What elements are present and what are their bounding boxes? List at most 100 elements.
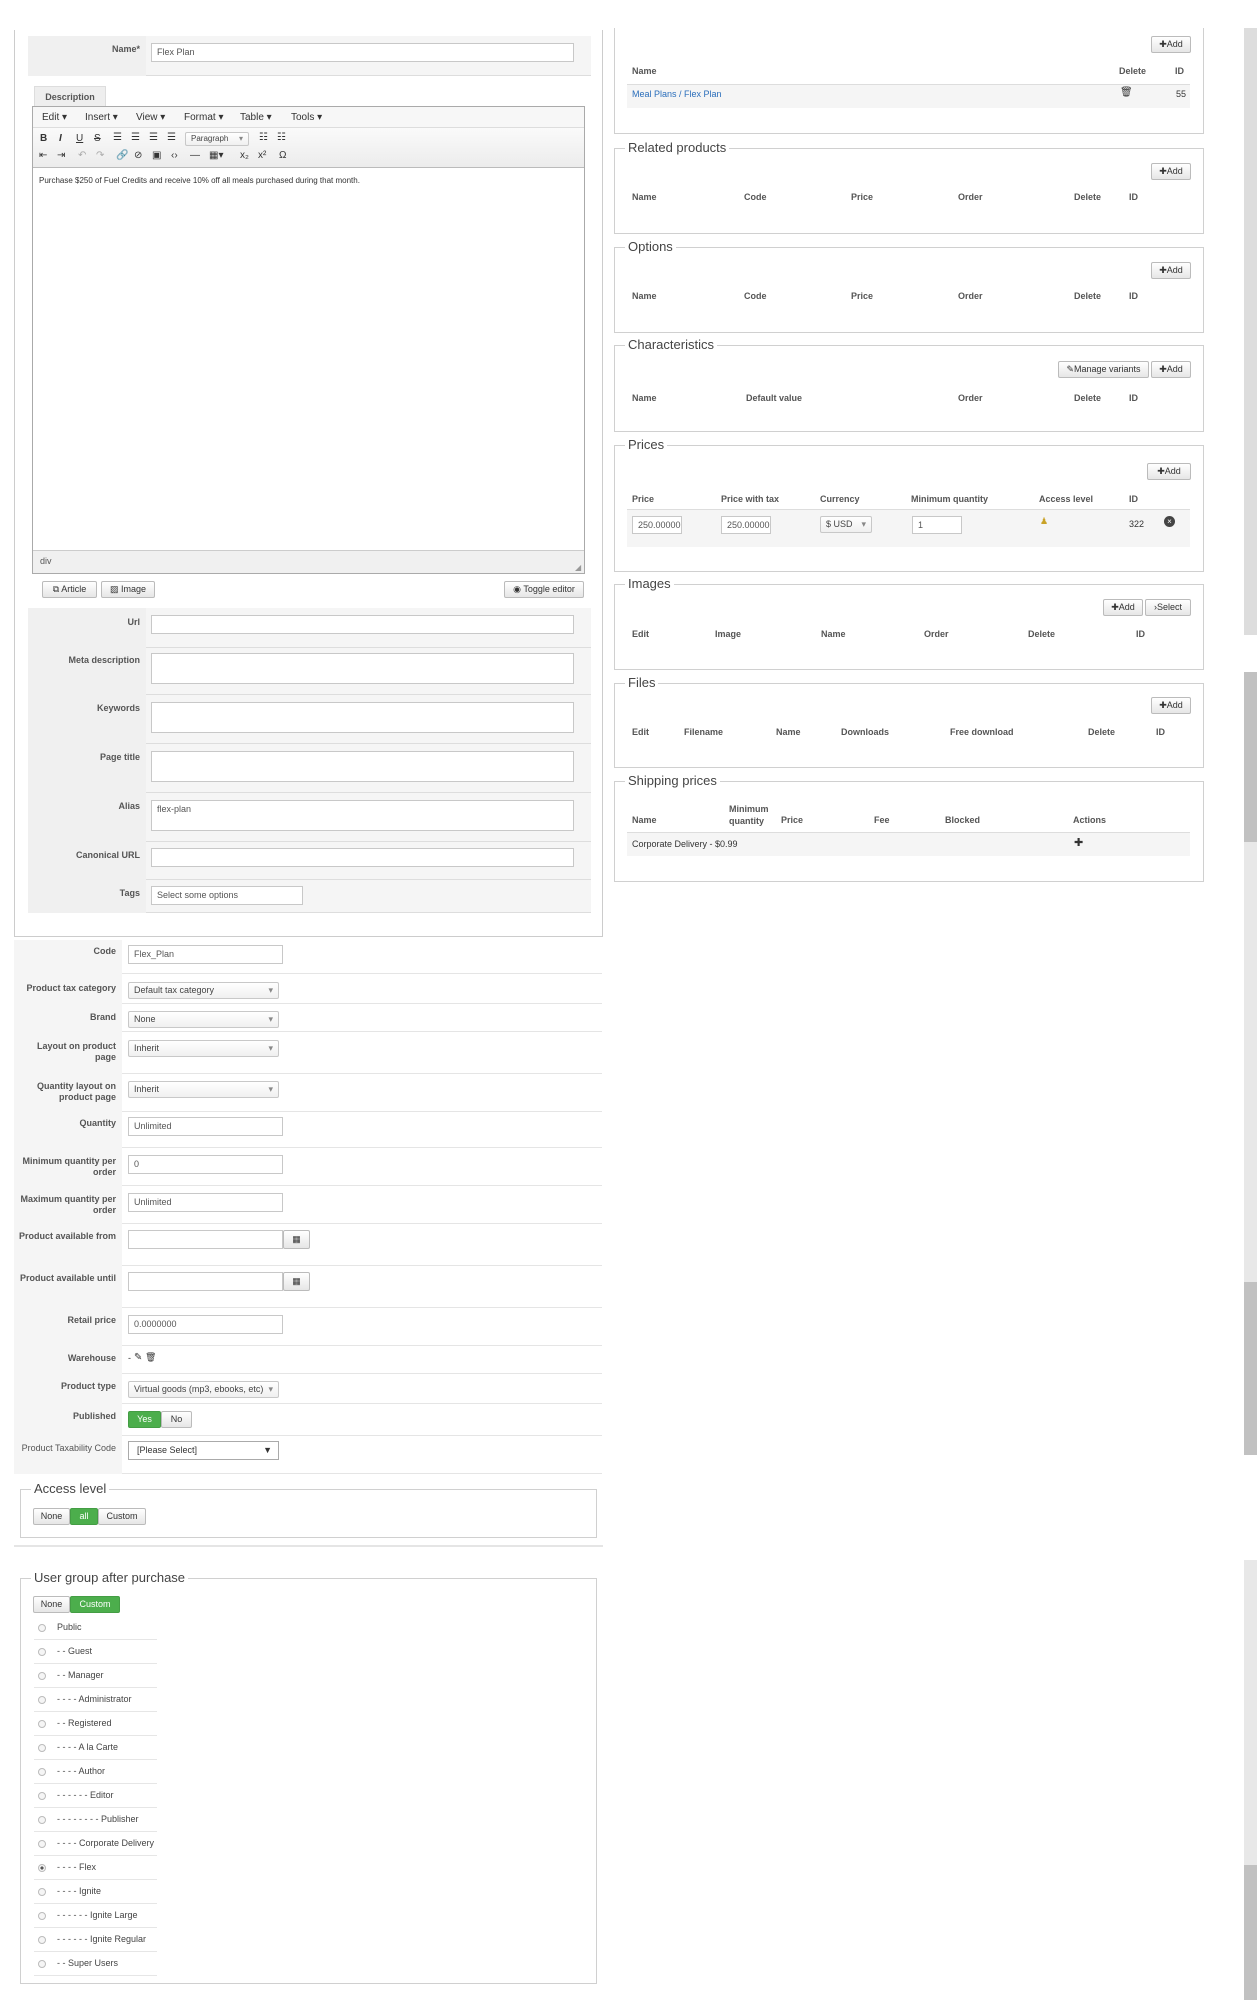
user-group-item[interactable]: - - - - Ignite [34,1880,157,1904]
image-button[interactable]: ▨ Image [101,581,155,598]
meta-description-input[interactable] [151,653,574,684]
trash-icon[interactable]: 🗑 [1120,87,1133,98]
access-all-button[interactable]: all [70,1508,98,1525]
unlink-icon[interactable]: ⊘ [134,150,142,161]
trash-icon[interactable]: 🗑 [145,1352,156,1363]
product-type-select[interactable]: Virtual goods (mp3, ebooks, etc) [128,1381,279,1398]
published-no-button[interactable]: No [161,1411,192,1428]
scrollbar-track[interactable] [1244,28,1257,635]
user-group-item[interactable]: - - - - A la Carte [34,1736,157,1760]
insert-image-icon[interactable]: ▣ [152,150,161,161]
options-add-button[interactable]: ✚Add [1151,262,1191,279]
retail-price-input[interactable]: 0.0000000 [128,1315,283,1334]
scrollbar-thumb[interactable] [1244,1282,1257,1455]
pencil-icon[interactable]: ✎ [134,1352,142,1363]
numbered-list-icon[interactable]: ☷ [277,132,286,143]
radio-button[interactable] [38,1960,46,1968]
code-input[interactable]: Flex_Plan [128,945,283,964]
name-input[interactable]: Flex Plan [151,43,574,62]
page-title-input[interactable] [151,751,574,782]
radio-button[interactable] [38,1696,46,1704]
user-group-item[interactable]: - - - - Author [34,1760,157,1784]
user-group-item[interactable]: - - - - - - Editor [34,1784,157,1808]
category-link[interactable]: Meal Plans / Flex Plan [632,89,722,99]
radio-button[interactable] [38,1864,46,1872]
user-group-item[interactable]: - - - - Corporate Delivery [34,1832,157,1856]
quantity-layout-select[interactable]: Inherit [128,1081,279,1098]
access-none-button[interactable]: None [33,1508,70,1525]
bold-icon[interactable]: B [40,133,47,144]
radio-button[interactable] [38,1744,46,1752]
calendar-from-button[interactable]: ▦ [283,1230,310,1249]
radio-button[interactable] [38,1936,46,1944]
radio-button[interactable] [38,1768,46,1776]
tags-input[interactable]: Select some options [151,886,303,905]
images-select-button[interactable]: ›Select [1145,599,1191,616]
menu-view[interactable]: View ▾ [136,112,165,123]
usergroup-none-button[interactable]: None [33,1596,70,1613]
quantity-input[interactable]: Unlimited [128,1117,283,1136]
remove-price-icon[interactable]: × [1164,516,1175,527]
align-left-icon[interactable]: ☰ [113,132,122,143]
code-icon[interactable]: ‹› [171,150,178,161]
horizontal-rule-icon[interactable]: — [190,150,200,161]
radio-button[interactable] [38,1792,46,1800]
user-group-item[interactable]: - - Super Users [34,1952,157,1976]
characteristics-add-button[interactable]: ✚Add [1151,361,1191,378]
taxability-select[interactable]: [Please Select] ▼ [128,1441,279,1460]
url-input[interactable] [151,615,574,634]
user-group-item[interactable]: - - Registered [34,1712,157,1736]
currency-select[interactable]: $ USD [820,516,872,533]
menu-tools[interactable]: Tools ▾ [291,112,322,123]
scrollbar-thumb[interactable] [1244,1865,1257,2000]
user-group-item[interactable]: - - Manager [34,1664,157,1688]
plus-icon[interactable]: ✚ [1074,836,1083,849]
scrollbar-track[interactable] [1244,1560,1257,1865]
bullet-list-icon[interactable]: ☷ [259,132,268,143]
layout-select[interactable]: Inherit [128,1040,279,1057]
menu-format[interactable]: Format ▾ [184,112,223,123]
subscript-icon[interactable]: x₂ [240,150,249,161]
radio-button[interactable] [38,1720,46,1728]
radio-button[interactable] [38,1816,46,1824]
available-from-input[interactable] [128,1230,283,1249]
toggle-editor-button[interactable]: ◉ Toggle editor [504,581,584,598]
users-icon[interactable]: ♟ [1040,516,1048,527]
canonical-url-input[interactable] [151,848,574,867]
files-add-button[interactable]: ✚Add [1151,697,1191,714]
radio-button[interactable] [38,1840,46,1848]
menu-insert[interactable]: Insert ▾ [85,112,118,123]
related-add-button[interactable]: ✚Add [1151,163,1191,180]
radio-button[interactable] [38,1888,46,1896]
keywords-input[interactable] [151,702,574,733]
menu-edit[interactable]: Edit ▾ [42,112,67,123]
article-button[interactable]: ⧉ Article [42,581,97,598]
user-group-item[interactable]: - - - - - - Ignite Regular [34,1928,157,1952]
user-group-item[interactable]: - - - - Administrator [34,1688,157,1712]
align-center-icon[interactable]: ☰ [131,132,140,143]
radio-button[interactable] [38,1912,46,1920]
min-quantity-input[interactable]: 0 [128,1155,283,1174]
alias-input[interactable]: flex-plan [151,800,574,831]
category-add-button[interactable]: ✚Add [1151,36,1191,53]
available-until-input[interactable] [128,1272,283,1291]
user-group-item[interactable]: Public [34,1616,157,1640]
scrollbar-thumb[interactable] [1244,672,1257,842]
user-group-item[interactable]: - - Guest [34,1640,157,1664]
outdent-icon[interactable]: ⇤ [39,150,47,161]
redo-icon[interactable]: ↷ [96,150,104,161]
paragraph-select[interactable]: Paragraph [185,132,249,146]
images-add-button[interactable]: ✚Add [1103,599,1143,616]
description-tab[interactable]: Description [34,86,106,106]
max-quantity-input[interactable]: Unlimited [128,1193,283,1212]
user-group-item[interactable]: - - - - - - Ignite Large [34,1904,157,1928]
scrollbar-track[interactable] [1244,842,1257,1282]
published-yes-button[interactable]: Yes [128,1411,161,1428]
prices-add-button[interactable]: ✚Add [1147,463,1191,480]
radio-button[interactable] [38,1648,46,1656]
align-right-icon[interactable]: ☰ [149,132,158,143]
calendar-until-button[interactable]: ▦ [283,1272,310,1291]
italic-icon[interactable]: I [59,133,62,144]
table-icon[interactable]: ▦▾ [209,150,223,161]
underline-icon[interactable]: U [76,133,83,144]
